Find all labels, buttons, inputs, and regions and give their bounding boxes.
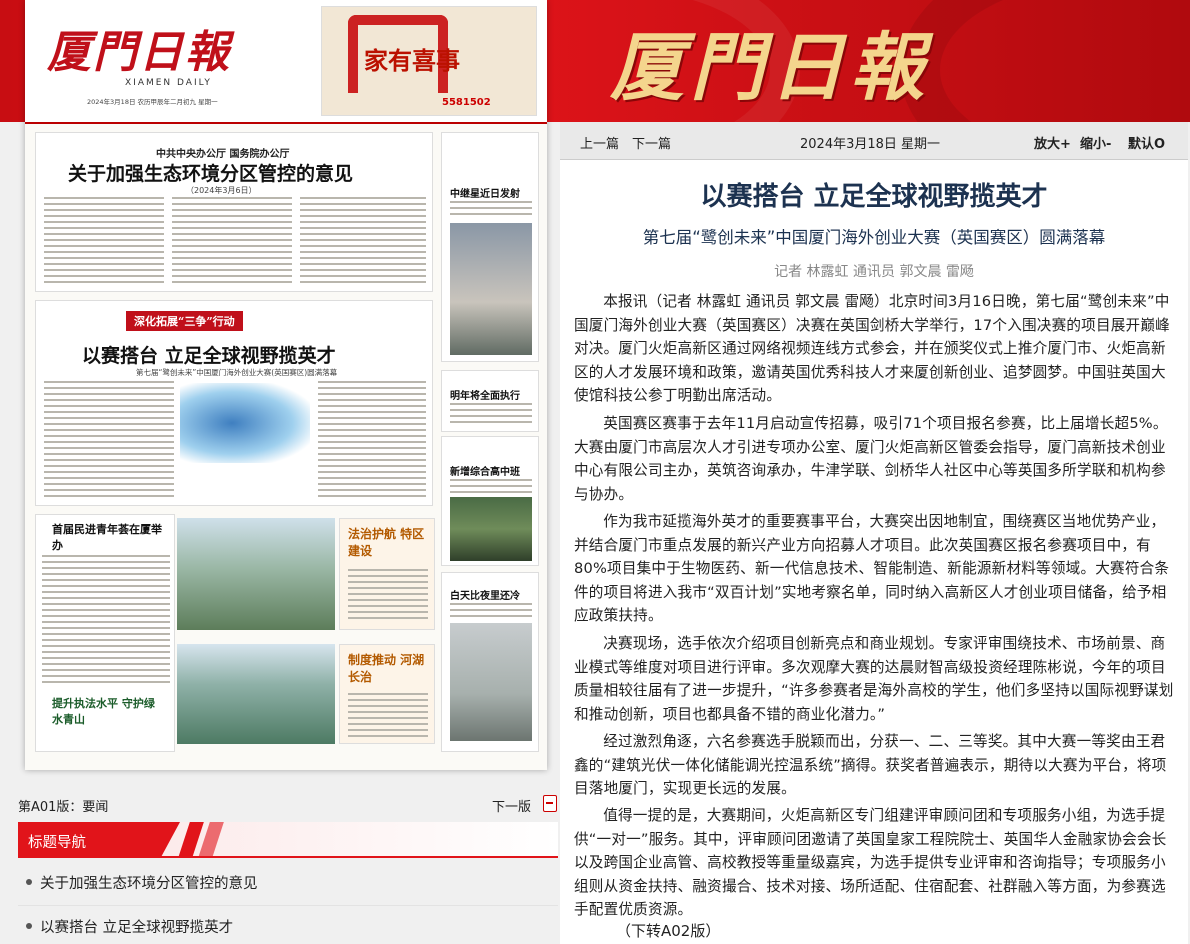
- text-column: [300, 197, 426, 287]
- lower-news-title: 制度推动 河湖长治: [348, 653, 425, 684]
- side-news-3[interactable]: 新增综合高中班: [441, 436, 539, 566]
- newspaper-page-thumbnail[interactable]: 厦門日報 XIAMEN DAILY 2024年3月18日 农历甲辰年二月初九 星…: [25, 0, 547, 770]
- lower-news-title: 提升执法水平 守护绿水青山: [52, 697, 155, 726]
- nav-item-label: 以赛搭台 立足全球视野揽英才: [40, 920, 234, 936]
- lead-title: 关于加强生态环境分区管控的意见: [68, 163, 354, 185]
- banner-logo: 厦門日報: [610, 25, 930, 111]
- text-column: [450, 479, 532, 493]
- lead-article-area[interactable]: 中共中央办公厅 国务院办公厅 关于加强生态环境分区管控的意见 （2024年3月6…: [35, 132, 433, 292]
- article-paragraph: 决赛现场，选手依次介绍项目创新亮点和商业规划。专家评审围绕技术、市场前景、商业模…: [574, 635, 1174, 723]
- lead-org: 中共中央办公厅 国务院办公厅: [156, 149, 290, 160]
- text-column: [450, 403, 532, 425]
- nav-item[interactable]: 关于加强生态环境分区管控的意见: [18, 862, 558, 906]
- article-paragraph: 作为我市延揽海外英才的重要赛事平台，大赛突出因地制宜，围绕赛区当地优势产业，并结…: [574, 513, 1170, 624]
- feature-title: 以赛搭台 立足全球视野揽英才: [82, 345, 336, 367]
- paper-english-name: XIAMEN DAILY: [125, 78, 212, 88]
- article-toolbar: 上一篇 下一篇 2024年3月18日 星期一 放大+ 缩小- 默认O: [560, 122, 1188, 160]
- text-column: [318, 381, 426, 501]
- next-page-link[interactable]: 下一版: [492, 796, 531, 815]
- lower-news-1[interactable]: 首届民进青年荟在厦举办 提升执法水平 守护绿水青山: [35, 514, 175, 752]
- classroom-photo: [450, 497, 532, 561]
- article-content: 以赛搭台 立足全球视野揽英才 第七届“鹭创未来”中国厦门海外创业大赛（英国赛区）…: [560, 160, 1188, 944]
- title-nav-tab: 标题导航: [18, 822, 180, 858]
- infographic-map: [180, 383, 310, 463]
- rocket-photo: [450, 223, 532, 355]
- text-column: [348, 693, 428, 737]
- lower-news-title: 首届民进青年荟在厦举办: [52, 523, 162, 552]
- zoom-out-button[interactable]: 缩小-: [1080, 133, 1111, 152]
- promo-ad[interactable]: 家有喜事 5581502: [321, 6, 537, 116]
- page-label: 第A01版：要闻: [18, 800, 109, 815]
- continue-note: （下转A02版）: [616, 922, 721, 940]
- text-column: [42, 555, 170, 685]
- side-news-2[interactable]: 明年将全面执行: [441, 370, 539, 432]
- lead-date: （2024年3月6日）: [186, 186, 257, 195]
- lake-photo: [177, 644, 335, 744]
- bullet-icon: [26, 923, 32, 929]
- side-news-1[interactable]: 中继星近日发射: [441, 132, 539, 362]
- article-paragraph: 经过激烈角逐，六名参赛选手脱颖而出，分获一、二、三等奖。其中大赛一等奖由王君鑫的…: [574, 733, 1167, 797]
- article-paragraph: 值得一提的是，大赛期间，火炬高新区专门组建评审顾问团和专项服务小组，为选手提供“…: [574, 807, 1167, 918]
- paper-logo: 厦門日報: [47, 27, 231, 78]
- article-title: 以赛搭台 立足全球视野揽英才: [700, 182, 1048, 212]
- text-column: [450, 603, 532, 617]
- article-subtitle: 第七届“鹭创未来”中国厦门海外创业大赛（英国赛区）圆满落幕: [642, 228, 1106, 247]
- feature-kicker: 深化拓展“三争”行动: [126, 311, 243, 331]
- side-news-title: 明年将全面执行: [450, 391, 520, 402]
- lower-news-title: 法治护航 特区建设: [348, 527, 425, 558]
- feature-article-area[interactable]: 深化拓展“三争”行动 以赛搭台 立足全球视野揽英才 第七届“鹭创未来”中国厦门海…: [35, 300, 433, 506]
- article-paragraph: 英国赛区赛事于去年11月启动宣传招募，吸引71个项目报名参赛，比上届增长超5%。…: [574, 415, 1168, 503]
- lower-news-3[interactable]: 制度推动 河湖长治: [339, 644, 435, 744]
- pdf-icon[interactable]: [543, 795, 557, 812]
- nav-item-label: 关于加强生态环境分区管控的意见: [40, 876, 258, 892]
- lower-news-2[interactable]: 法治护航 特区建设: [339, 518, 435, 630]
- article-paragraph: 本报讯（记者 林露虹 通讯员 郭文晨 雷飏）北京时间3月16日晚，第七届“鹭创未…: [574, 293, 1170, 404]
- weather-photo: [450, 623, 532, 741]
- text-column: [450, 201, 532, 219]
- title-nav-header: 标题导航: [18, 822, 558, 858]
- title-nav-label: 标题导航: [28, 835, 86, 851]
- default-size-button[interactable]: 默认O: [1128, 133, 1165, 152]
- prev-article-link[interactable]: 上一篇: [580, 133, 619, 152]
- nav-item[interactable]: 以赛搭台 立足全球视野揽英才: [18, 906, 558, 944]
- text-column: [44, 381, 174, 501]
- title-nav-list: 关于加强生态环境分区管控的意见 以赛搭台 立足全球视野揽英才: [18, 862, 558, 944]
- article-author: 记者 林露虹 通讯员 郭文晨 雷飏: [774, 264, 974, 280]
- side-news-title: 中继星近日发射: [450, 189, 520, 200]
- side-news-4[interactable]: 白天比夜里还冷: [441, 572, 539, 752]
- zoom-in-button[interactable]: 放大+: [1034, 133, 1071, 152]
- text-column: [172, 197, 292, 287]
- text-column: [348, 569, 428, 619]
- side-news-title: 白天比夜里还冷: [450, 591, 520, 602]
- text-column: [44, 197, 164, 287]
- promo-title: 家有喜事: [364, 46, 460, 75]
- article-date: 2024年3月18日 星期一: [800, 137, 941, 152]
- paper-date-line: 2024年3月18日 农历甲辰年二月初九 星期一: [87, 98, 218, 106]
- next-article-link[interactable]: 下一篇: [632, 133, 671, 152]
- feature-sub: 第七届“鹭创未来”中国厦门海外创业大赛(英国赛区)圆满落幕: [136, 368, 338, 377]
- city-photo: [177, 518, 335, 630]
- promo-phone: 5581502: [442, 97, 491, 108]
- side-news-title: 新增综合高中班: [450, 467, 520, 478]
- bullet-icon: [26, 879, 32, 885]
- banner-decoration: [900, 0, 1190, 122]
- paper-masthead: 厦門日報 XIAMEN DAILY 2024年3月18日 农历甲辰年二月初九 星…: [25, 0, 547, 124]
